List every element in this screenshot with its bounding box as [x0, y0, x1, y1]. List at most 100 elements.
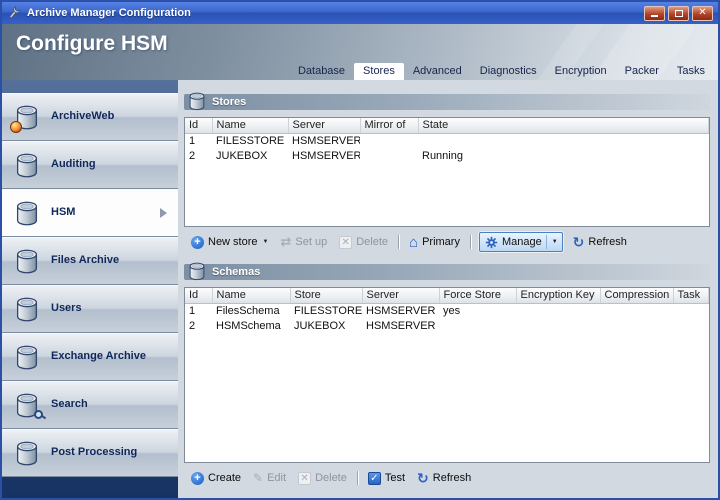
page-title: Configure HSM: [16, 32, 168, 56]
auditing-icon: [12, 150, 42, 180]
sidebar-item-search[interactable]: Search: [2, 381, 178, 429]
sidebar-item-label: Auditing: [51, 158, 149, 172]
manage-button[interactable]: Manage ▼: [479, 232, 563, 252]
set-up-button[interactable]: ⇄ Set up: [275, 232, 332, 252]
hsm-icon: [12, 198, 42, 228]
plus-icon: +: [191, 236, 204, 249]
files-archive-icon: [12, 246, 42, 276]
column-header-task[interactable]: Task: [673, 288, 709, 303]
database-drum-icon: [12, 438, 42, 468]
column-header-force-store[interactable]: Force Store: [439, 288, 516, 303]
tab-advanced[interactable]: Advanced: [404, 63, 471, 80]
column-header-id[interactable]: Id: [185, 288, 212, 303]
table-cell: [360, 148, 418, 163]
column-header-mirror-of[interactable]: Mirror of: [360, 118, 418, 133]
edit-schema-button[interactable]: ✎ Edit: [248, 469, 291, 487]
column-header-name[interactable]: Name: [212, 118, 288, 133]
schemas-section-header: Schemas: [184, 264, 710, 280]
table-cell: FilesSchema: [212, 303, 290, 318]
tab-diagnostics[interactable]: Diagnostics: [471, 63, 546, 80]
chevron-down-icon: ▼: [263, 239, 269, 245]
sidebar-item-hsm[interactable]: HSM: [2, 189, 178, 237]
minimize-icon: [651, 15, 658, 17]
delete-store-button[interactable]: ✕ Delete: [334, 234, 393, 251]
refresh-schemas-button[interactable]: ↻ Refresh: [412, 469, 476, 487]
home-icon: ⌂: [409, 235, 418, 250]
sidebar-item-label: Post Processing: [51, 446, 149, 460]
create-schema-button[interactable]: + Create: [186, 470, 246, 487]
primary-button[interactable]: ⌂ Primary: [404, 233, 465, 252]
maximize-button[interactable]: [668, 6, 689, 21]
sidebar-item-auditing[interactable]: Auditing: [2, 141, 178, 189]
edit-label: Edit: [267, 472, 286, 484]
tab-packer[interactable]: Packer: [616, 63, 668, 80]
check-icon: ✓: [368, 472, 381, 485]
primary-label: Primary: [422, 236, 460, 248]
window-title: Archive Manager Configuration: [27, 7, 191, 19]
column-header-name[interactable]: Name: [212, 288, 290, 303]
sidebar-item-label: ArchiveWeb: [51, 110, 149, 124]
table-cell: [360, 133, 418, 148]
new-store-button[interactable]: + New store ▼: [186, 234, 273, 251]
stores-table-container: IdNameServerMirror ofState 1FILESSTOREHS…: [184, 117, 710, 227]
table-cell: [516, 318, 600, 333]
users-icon: [12, 294, 42, 324]
column-header-store[interactable]: Store: [290, 288, 362, 303]
column-header-id[interactable]: Id: [185, 118, 212, 133]
column-header-state[interactable]: State: [418, 118, 709, 133]
minimize-button[interactable]: [644, 6, 665, 21]
tab-stores[interactable]: Stores: [354, 63, 404, 80]
table-cell: [418, 133, 709, 148]
title-bar: Archive Manager Configuration ✕: [2, 2, 718, 24]
refresh-schemas-label: Refresh: [433, 472, 472, 484]
column-header-compression[interactable]: Compression: [600, 288, 673, 303]
column-header-encryption-key[interactable]: Encryption Key: [516, 288, 600, 303]
refresh-icon: ↻: [573, 235, 585, 249]
sidebar-item-files-archive[interactable]: Files Archive: [2, 237, 178, 285]
toolbar-separator: [398, 235, 399, 249]
sidebar-item-exchange-archive[interactable]: Exchange Archive: [2, 333, 178, 381]
sidebar-item-label: Users: [51, 302, 149, 316]
delete-schema-button[interactable]: ✕ Delete: [293, 470, 352, 487]
table-row[interactable]: 2HSMSchemaJUKEBOXHSMSERVER: [185, 318, 709, 333]
schemas-drum-icon: [186, 260, 208, 282]
archive-manager-window: Archive Manager Configuration ✕ Configur…: [0, 0, 720, 500]
sidebar-item-label: Search: [51, 398, 149, 412]
stores-table: IdNameServerMirror ofState 1FILESSTOREHS…: [185, 118, 709, 163]
refresh-stores-button[interactable]: ↻ Refresh: [568, 233, 632, 251]
close-icon: ✕: [698, 8, 706, 18]
column-header-server[interactable]: Server: [362, 288, 439, 303]
table-cell: HSMSERVER: [362, 303, 439, 318]
table-cell: HSMSERVER: [288, 148, 360, 163]
delete-icon: ✕: [298, 472, 311, 485]
sidebar-item-archiveweb[interactable]: ArchiveWeb: [2, 93, 178, 141]
refresh-icon: ↻: [417, 471, 429, 485]
main-content: Stores IdNameServerMirror ofState 1FILES…: [178, 80, 718, 498]
schemas-table-container: IdNameStoreServerForce StoreEncryption K…: [184, 287, 710, 463]
new-store-label: New store: [208, 236, 258, 248]
tab-database[interactable]: Database: [289, 63, 354, 80]
exchange-archive-icon: [12, 342, 42, 372]
test-button[interactable]: ✓ Test: [363, 470, 410, 487]
schemas-toolbar: + Create ✎ Edit ✕ Delete ✓ Test ↻ Refres…: [184, 466, 710, 490]
table-cell: [516, 303, 600, 318]
table-cell: [673, 318, 709, 333]
magnifier-icon: [34, 410, 43, 419]
create-label: Create: [208, 472, 241, 484]
close-button[interactable]: ✕: [692, 6, 713, 21]
tab-encryption[interactable]: Encryption: [546, 63, 616, 80]
database-drum-icon: [12, 198, 42, 228]
column-header-server[interactable]: Server: [288, 118, 360, 133]
refresh-stores-label: Refresh: [588, 236, 627, 248]
set-up-label: Set up: [295, 236, 327, 248]
table-row[interactable]: 1FILESSTOREHSMSERVER: [185, 133, 709, 148]
table-cell: HSMSERVER: [362, 318, 439, 333]
table-row[interactable]: 2JUKEBOXHSMSERVERRunning: [185, 148, 709, 163]
sidebar-item-post-processing[interactable]: Post Processing: [2, 429, 178, 477]
table-cell: 1: [185, 303, 212, 318]
sidebar-item-users[interactable]: Users: [2, 285, 178, 333]
tab-tasks[interactable]: Tasks: [668, 63, 714, 80]
delete-store-label: Delete: [356, 236, 388, 248]
table-row[interactable]: 1FilesSchemaFILESSTOREHSMSERVERyes: [185, 303, 709, 318]
table-cell: 2: [185, 318, 212, 333]
